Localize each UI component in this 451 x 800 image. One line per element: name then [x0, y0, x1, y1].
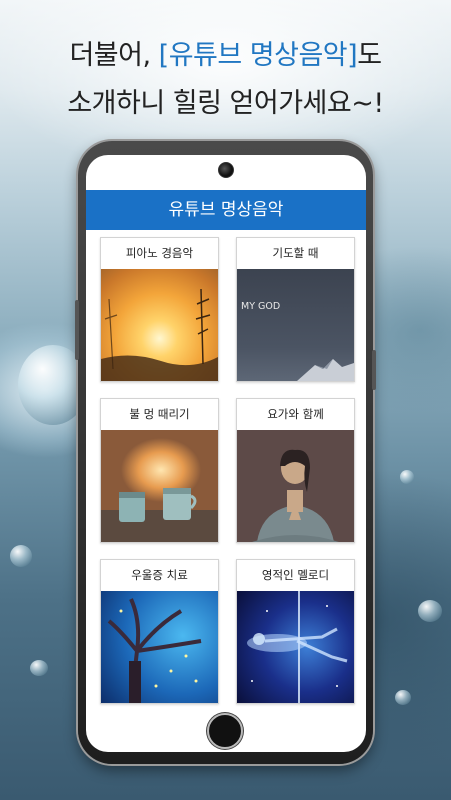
headline-highlight: [유튜브 명상음악]: [158, 40, 358, 71]
water-droplet: [400, 470, 414, 484]
video-card[interactable]: 영적인 멜로디: [236, 559, 355, 704]
video-card[interactable]: 불 멍 때리기: [100, 398, 219, 543]
video-card[interactable]: 요가와 함께: [236, 398, 355, 543]
phone-screen: 유튜브 명상음악 피아노 경음악 기도할 때 MY GOD 불 멍 때리기 요가…: [86, 155, 366, 752]
video-card-label: 영적인 멜로디: [261, 568, 330, 582]
headline-text: 더불어,: [69, 40, 159, 71]
water-droplet: [30, 660, 48, 676]
video-card[interactable]: 기도할 때 MY GOD: [236, 237, 355, 382]
phone-side-button: [372, 350, 376, 390]
glowing-tree-thumbnail: [101, 591, 218, 703]
app-title-banner: 유튜브 명상음악: [86, 190, 366, 230]
video-card[interactable]: 피아노 경음악: [100, 237, 219, 382]
home-button[interactable]: [207, 713, 243, 749]
video-card[interactable]: 우울증 치료: [100, 559, 219, 704]
water-droplet: [10, 545, 32, 567]
my-god-mountain-thumbnail: MY GOD: [237, 269, 354, 381]
headline-text: 도: [357, 40, 382, 71]
video-card-label: 우울증 치료: [131, 568, 188, 582]
sunset-piano-thumbnail: [101, 269, 218, 381]
video-card-label: 피아노 경음악: [125, 246, 194, 260]
campfire-mugs-thumbnail: [101, 430, 218, 542]
spirit-body-thumbnail: [237, 591, 354, 703]
yoga-meditation-thumbnail: [237, 430, 354, 542]
headline-line-2: 소개하니 힐링 얻어가세요~!: [67, 88, 384, 119]
promo-headline: 더불어, [유튜브 명상음악]도 소개하니 힐링 얻어가세요~!: [0, 32, 451, 128]
water-droplet: [395, 690, 411, 705]
front-camera-icon: [218, 162, 234, 178]
video-card-label: 요가와 함께: [267, 407, 324, 421]
video-card-label: 불 멍 때리기: [129, 407, 190, 421]
phone-side-button: [75, 300, 79, 360]
headline-line-1: 더불어, [유튜브 명상음악]도: [0, 32, 451, 80]
video-card-label: 기도할 때: [272, 246, 319, 260]
water-droplet: [418, 600, 442, 622]
